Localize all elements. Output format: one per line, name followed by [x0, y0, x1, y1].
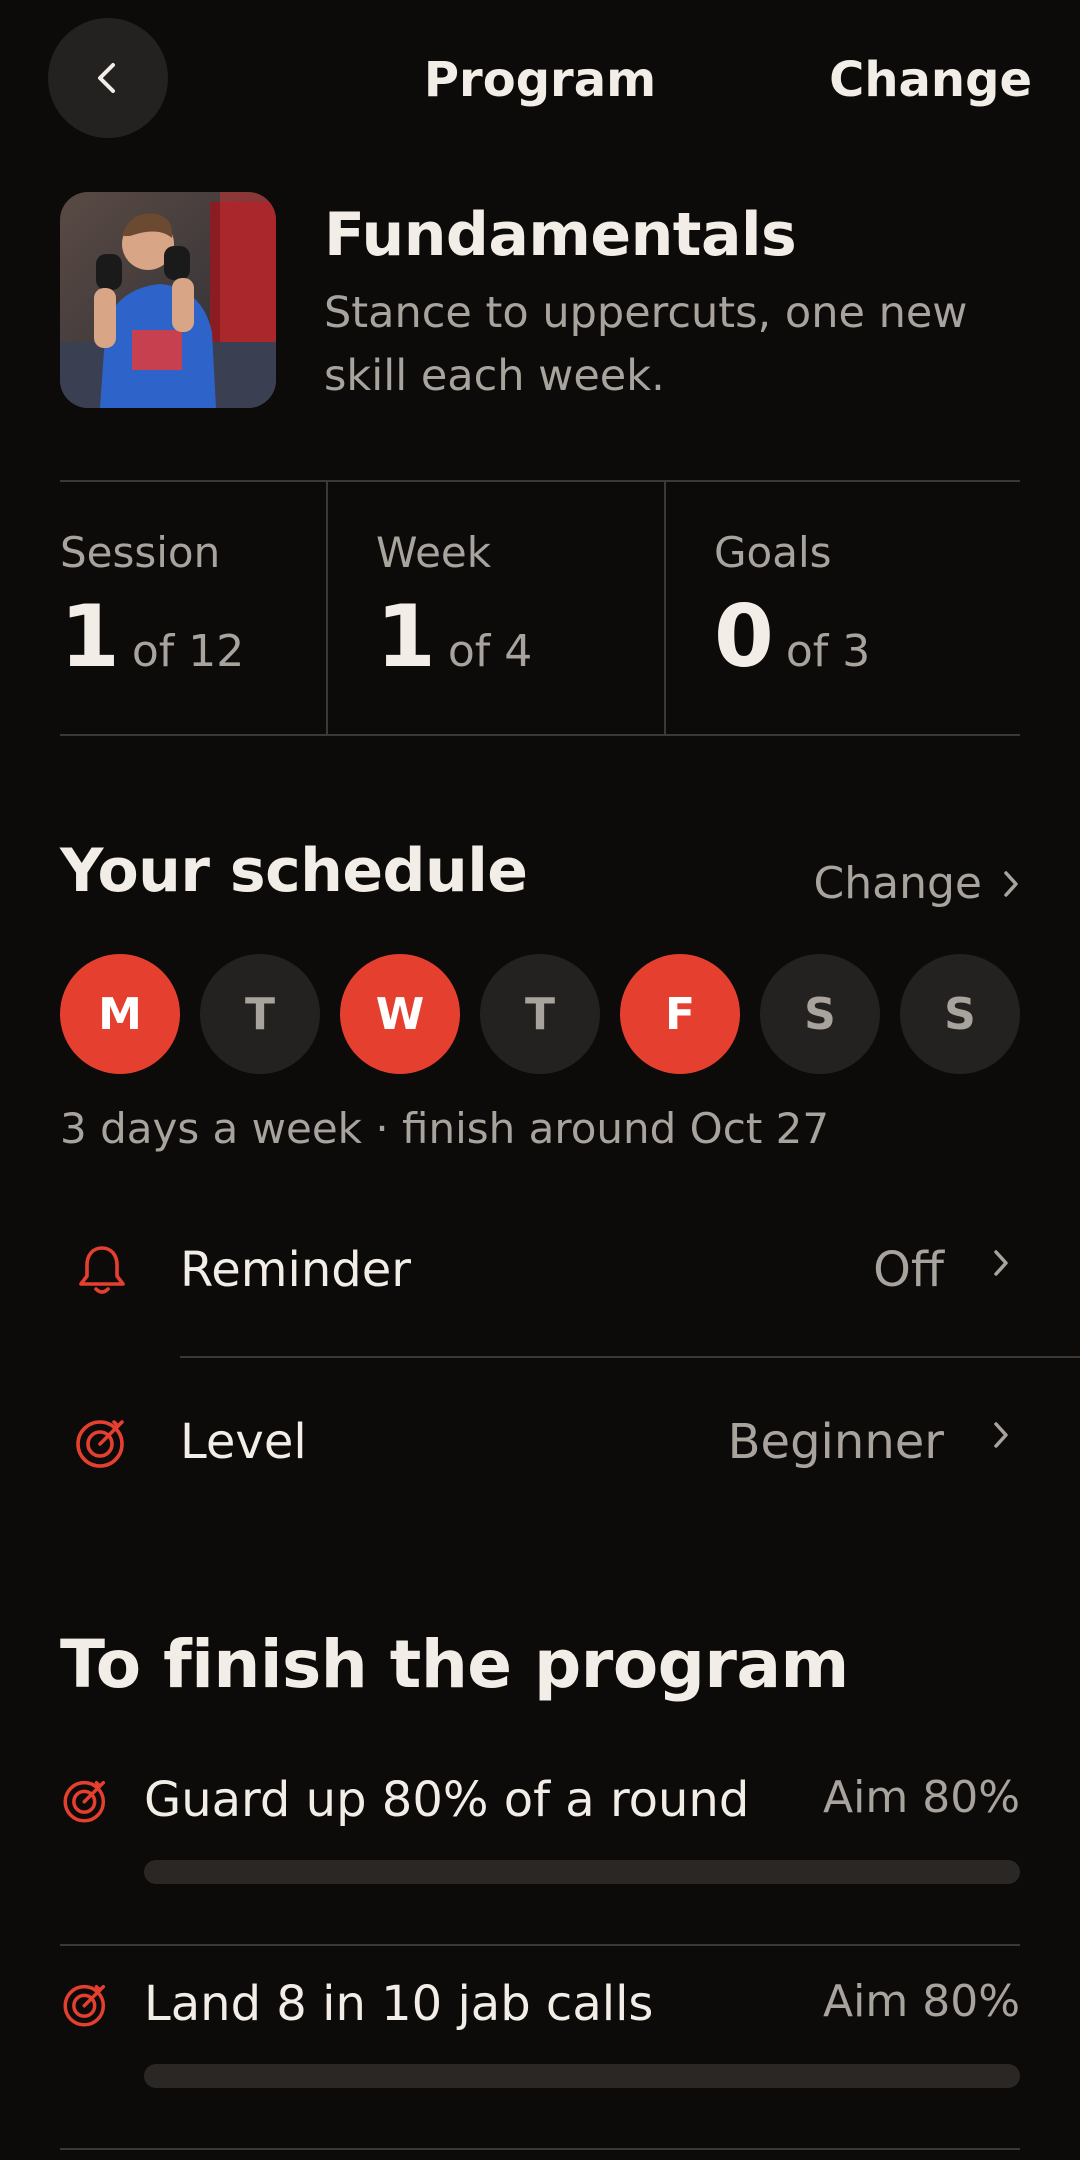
- stat-session: Session 1 of 12: [60, 482, 326, 734]
- stat-goals: Goals 0 of 3: [664, 482, 1020, 734]
- top-bar: Program Change: [0, 0, 1080, 160]
- reminder-value: Off: [873, 1242, 944, 1298]
- stat-value: 1: [60, 587, 120, 687]
- day-thursday[interactable]: T: [480, 954, 600, 1074]
- stat-label: Week: [376, 528, 492, 577]
- goal-item[interactable]: Guard up 80% of a round Aim 80%: [60, 1742, 1020, 1946]
- level-row[interactable]: Level Beginner: [0, 1362, 1080, 1532]
- goal-label: Land 8 in 10 jab calls: [144, 1976, 654, 2032]
- target-icon: [76, 1420, 124, 1468]
- row-divider: [180, 1356, 1080, 1358]
- target-icon: [63, 1780, 106, 1823]
- day-tuesday[interactable]: T: [200, 954, 320, 1074]
- stat-label: Session: [60, 528, 221, 577]
- target-icon: [63, 1984, 106, 2027]
- goal-aim: Aim 80%: [823, 1976, 1020, 2027]
- day-saturday[interactable]: S: [760, 954, 880, 1074]
- chevron-right-icon: [1004, 870, 1018, 897]
- stat-total: of 12: [131, 626, 245, 677]
- reminder-label: Reminder: [180, 1242, 411, 1298]
- stat-total: of 3: [785, 626, 871, 677]
- chevron-right-icon: [994, 1422, 1008, 1448]
- program-name: Fundamentals: [324, 200, 797, 270]
- stat-label: Goals: [714, 528, 832, 577]
- schedule-title: Your schedule: [60, 836, 528, 906]
- day-wednesday[interactable]: W: [340, 954, 460, 1074]
- day-monday[interactable]: M: [60, 954, 180, 1074]
- goal-aim: Aim 80%: [823, 1772, 1020, 1823]
- progress-stats: Session 1 of 12 Week 1 of 4 Goals 0 of 3: [60, 480, 1020, 736]
- goal-item[interactable]: Land 8 in 10 jab calls Aim 80%: [60, 1946, 1020, 2150]
- goal-progress-bar: [144, 2064, 1020, 2088]
- stat-total: of 4: [447, 626, 533, 677]
- goals-title: To finish the program: [60, 1626, 849, 1703]
- reminder-row[interactable]: Reminder Off: [0, 1190, 1080, 1360]
- change-schedule-label: Change: [813, 858, 982, 909]
- program-card: Fundamentals Stance to uppercuts, one ne…: [60, 192, 1020, 408]
- bell-icon: [79, 1246, 125, 1294]
- program-description: Stance to uppercuts, one new skill each …: [324, 288, 968, 401]
- schedule-summary: 3 days a week · finish around Oct 27: [60, 1104, 830, 1153]
- program-thumbnail: [60, 192, 276, 408]
- weekday-picker: M T W T F S S: [60, 954, 1020, 1074]
- stat-week: Week 1 of 4: [326, 482, 664, 734]
- change-schedule-button[interactable]: Change: [814, 858, 1020, 909]
- goal-label: Guard up 80% of a round: [144, 1772, 750, 1828]
- day-friday[interactable]: F: [620, 954, 740, 1074]
- stat-value: 1: [376, 587, 436, 687]
- change-program-button[interactable]: Change: [829, 52, 1032, 108]
- program-screen: Program Change Fundamentals Stance to up…: [0, 0, 1080, 2160]
- goal-progress-bar: [144, 1860, 1020, 1884]
- chevron-right-icon: [994, 1250, 1008, 1276]
- level-value: Beginner: [727, 1414, 944, 1470]
- level-label: Level: [180, 1414, 307, 1470]
- day-sunday[interactable]: S: [900, 954, 1020, 1074]
- stat-value: 0: [714, 587, 774, 687]
